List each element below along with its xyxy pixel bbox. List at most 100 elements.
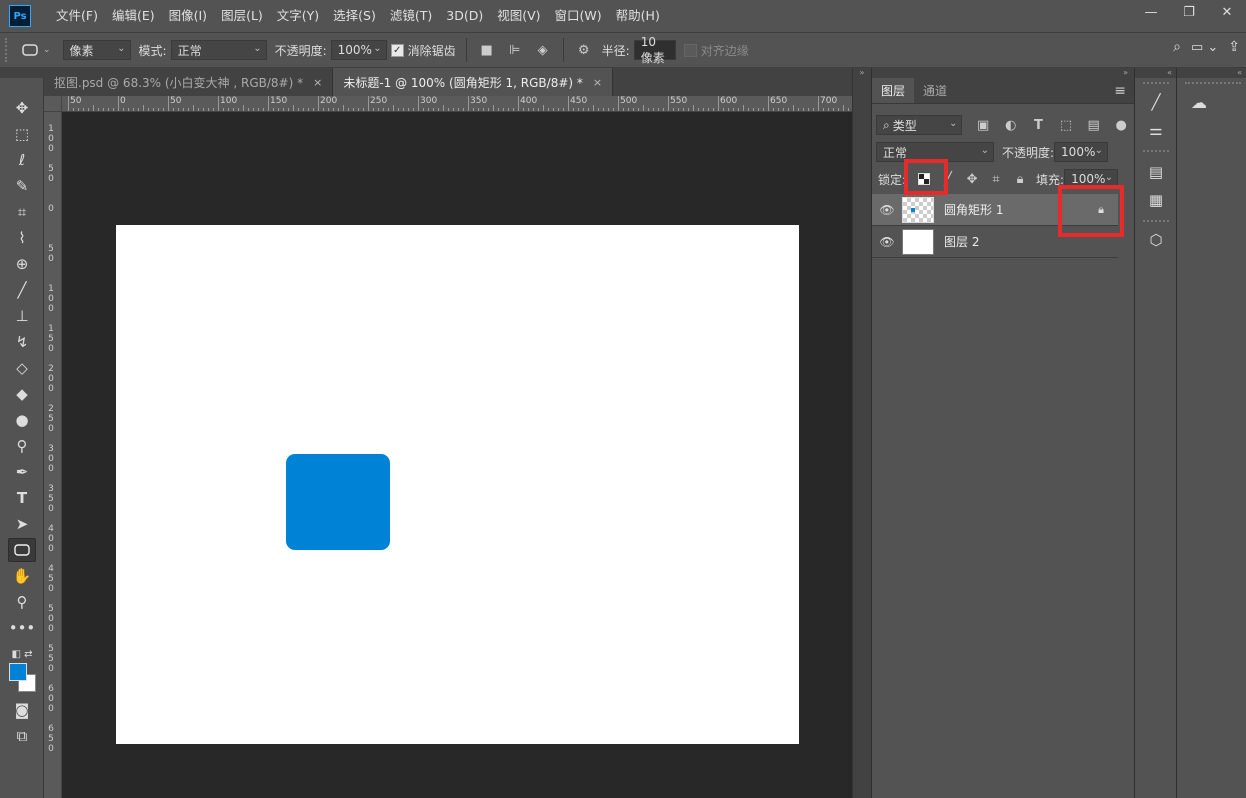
menu-filter[interactable]: 滤镜(T) (383, 0, 439, 32)
panel-collapse-icon[interactable]: » (853, 68, 871, 78)
adjustments-icon[interactable]: ⚌ (1144, 118, 1168, 142)
properties-icon[interactable]: ▤ (1144, 160, 1168, 184)
vertical-ruler[interactable]: 1 0 0 5 0 0 5 0 1 0 0 1 5 0 2 0 0 2 5 0 3 0 0 3 5… (44, 112, 62, 798)
ruler-label: 500 (620, 96, 638, 106)
close-icon[interactable]: × (593, 76, 602, 89)
lock-artboard-icon[interactable]: ⌗ (987, 170, 1005, 188)
zoom-tool-icon[interactable]: ⚲ (8, 590, 36, 614)
dodge-tool-icon[interactable]: ⚲ (8, 434, 36, 458)
filter-shape-icon[interactable]: ⬚ (1057, 116, 1075, 134)
opacity-input[interactable]: 100% ⌄ (330, 40, 387, 60)
type-tool-icon[interactable]: T (8, 486, 36, 510)
collapse-icon[interactable]: » (1123, 68, 1128, 78)
layer-opacity-input[interactable]: 100% ⌄ (1054, 142, 1109, 162)
rounded-rect-preset-picker[interactable]: ⌄ (21, 43, 51, 57)
history-brush-tool-icon[interactable]: ↯ (8, 330, 36, 354)
paint-bucket-tool-icon[interactable]: ◆ (8, 382, 36, 406)
canvas-area[interactable] (62, 112, 852, 798)
menu-view[interactable]: 视图(V) (490, 0, 547, 32)
dock-grip[interactable] (1185, 82, 1241, 84)
stamp-tool-icon[interactable]: ⊥ (8, 304, 36, 328)
marquee-tool-icon[interactable]: ⬚ (8, 122, 36, 146)
healing-brush-tool-icon[interactable]: ⊕ (8, 252, 36, 276)
lock-position-icon[interactable]: ✥ (963, 170, 981, 188)
screen-mode-icon[interactable]: ⧉ (8, 724, 36, 748)
search-icon[interactable]: ⌕ (1173, 39, 1181, 55)
layer-name[interactable]: 圆角矩形 1 (944, 201, 1003, 218)
ruler-origin[interactable] (44, 96, 62, 112)
menu-select[interactable]: 选择(S) (326, 0, 383, 32)
maximize-button[interactable]: ❐ (1170, 0, 1208, 24)
dock-header[interactable]: « (1135, 68, 1176, 78)
document-canvas[interactable] (116, 225, 799, 744)
blur-tool-icon[interactable]: ● (8, 408, 36, 432)
radius-input[interactable]: 10 像素 (633, 35, 676, 65)
filter-adjustment-icon[interactable]: ◐ (1002, 116, 1020, 134)
options-grip[interactable] (5, 38, 13, 62)
rounded-rect-tool-icon[interactable] (8, 538, 36, 562)
dock-grip[interactable] (1143, 150, 1169, 152)
dock-grip[interactable] (1143, 220, 1169, 222)
tools-panel-header[interactable] (0, 68, 44, 78)
brush-tool-icon[interactable]: ╱ (8, 278, 36, 302)
blend-mode-select[interactable]: 正常 ⌄ (170, 40, 267, 60)
tab-koutu-psd[interactable]: 抠图.psd @ 68.3% (小白变大神 , RGB/8#) * × (44, 68, 334, 96)
eyedropper-tool-icon[interactable]: ⌇ (8, 226, 36, 250)
filter-smart-object-icon[interactable]: ▤ (1085, 116, 1103, 134)
workspace-icon[interactable]: ▭ ⌄ (1191, 40, 1218, 55)
menu-file[interactable]: 文件(F) (49, 0, 105, 32)
menu-edit[interactable]: 编辑(E) (105, 0, 162, 32)
lock-all-icon[interactable]: 🔒︎ (1011, 170, 1029, 188)
close-button[interactable]: ✕ (1208, 0, 1246, 24)
menu-image[interactable]: 图像(I) (162, 0, 214, 32)
tab-layers[interactable]: 图层 (872, 78, 915, 103)
layers-panel-header[interactable]: » (872, 68, 1134, 78)
brush-settings-icon[interactable]: ╱ (1144, 90, 1168, 114)
quick-mask-icon[interactable]: ◙ (8, 698, 36, 722)
menu-type[interactable]: 文字(Y) (270, 0, 326, 32)
path-operations-icon[interactable]: ■ (478, 41, 496, 59)
crop-tool-icon[interactable]: ⌗ (8, 200, 36, 224)
close-icon[interactable]: × (313, 76, 322, 89)
antialias-checkbox[interactable]: ✓ (390, 43, 404, 57)
path-selection-tool-icon[interactable]: ➤ (8, 512, 36, 536)
creative-cloud-libraries-icon[interactable]: ☁ (1187, 90, 1211, 114)
gear-icon[interactable]: ⚙ (575, 41, 593, 59)
tool-mode-select[interactable]: 像素 ⌄ (62, 40, 131, 60)
rounded-rectangle-shape[interactable] (286, 454, 390, 550)
menu-window[interactable]: 窗口(W) (548, 0, 609, 32)
move-tool-icon[interactable]: ✥ (8, 96, 36, 120)
foreground-color-swatch[interactable] (9, 663, 27, 681)
share-icon[interactable]: ⇪ (1228, 39, 1240, 55)
menu-help[interactable]: 帮助(H) (609, 0, 667, 32)
align-edges-checkbox[interactable] (683, 43, 697, 57)
visibility-eye-icon[interactable]: 👁︎ (872, 203, 902, 217)
horizontal-ruler[interactable]: 50 0 50 100 150 200 250 300 350 400 450 500 550 600 65… (62, 96, 852, 112)
tab-channels[interactable]: 通道 (914, 78, 956, 103)
dock-header[interactable]: « (1177, 68, 1246, 78)
menu-layer[interactable]: 图层(L) (214, 0, 270, 32)
menu-3d[interactable]: 3D(D) (439, 0, 490, 32)
path-arrangement-icon[interactable]: ◈ (534, 41, 552, 59)
minimize-button[interactable]: — (1132, 0, 1170, 24)
path-alignment-icon[interactable]: ⊫ (506, 41, 524, 59)
eraser-tool-icon[interactable]: ◇ (8, 356, 36, 380)
dock-grip[interactable] (1143, 82, 1169, 84)
layer-opacity-value: 100% (1061, 145, 1096, 159)
3d-icon[interactable]: ⬡ (1144, 228, 1168, 252)
more-tools-icon[interactable]: ••• (8, 616, 36, 640)
filter-toggle-icon[interactable]: ● (1112, 116, 1130, 134)
pen-tool-icon[interactable]: ✒ (8, 460, 36, 484)
filter-type-icon[interactable]: T (1030, 116, 1048, 134)
layer-name[interactable]: 图层 2 (944, 233, 979, 250)
notes-icon[interactable]: ▦ (1144, 188, 1168, 212)
visibility-eye-icon[interactable]: 👁︎ (872, 235, 902, 249)
layer-filter-select[interactable]: ⌕ 类型 ⌄ (876, 115, 963, 135)
tab-untitled-1[interactable]: 未标题-1 @ 100% (圆角矩形 1, RGB/8#) * × (333, 68, 614, 96)
filter-pixel-icon[interactable]: ▣ (974, 116, 992, 134)
hand-tool-icon[interactable]: ✋ (8, 564, 36, 588)
panel-menu-icon[interactable]: ≡ (1114, 78, 1126, 103)
canvas-scrollbar[interactable]: » (852, 68, 871, 798)
lasso-tool-icon[interactable]: ℓ (8, 148, 36, 172)
quick-selection-tool-icon[interactable]: ✎ (8, 174, 36, 198)
